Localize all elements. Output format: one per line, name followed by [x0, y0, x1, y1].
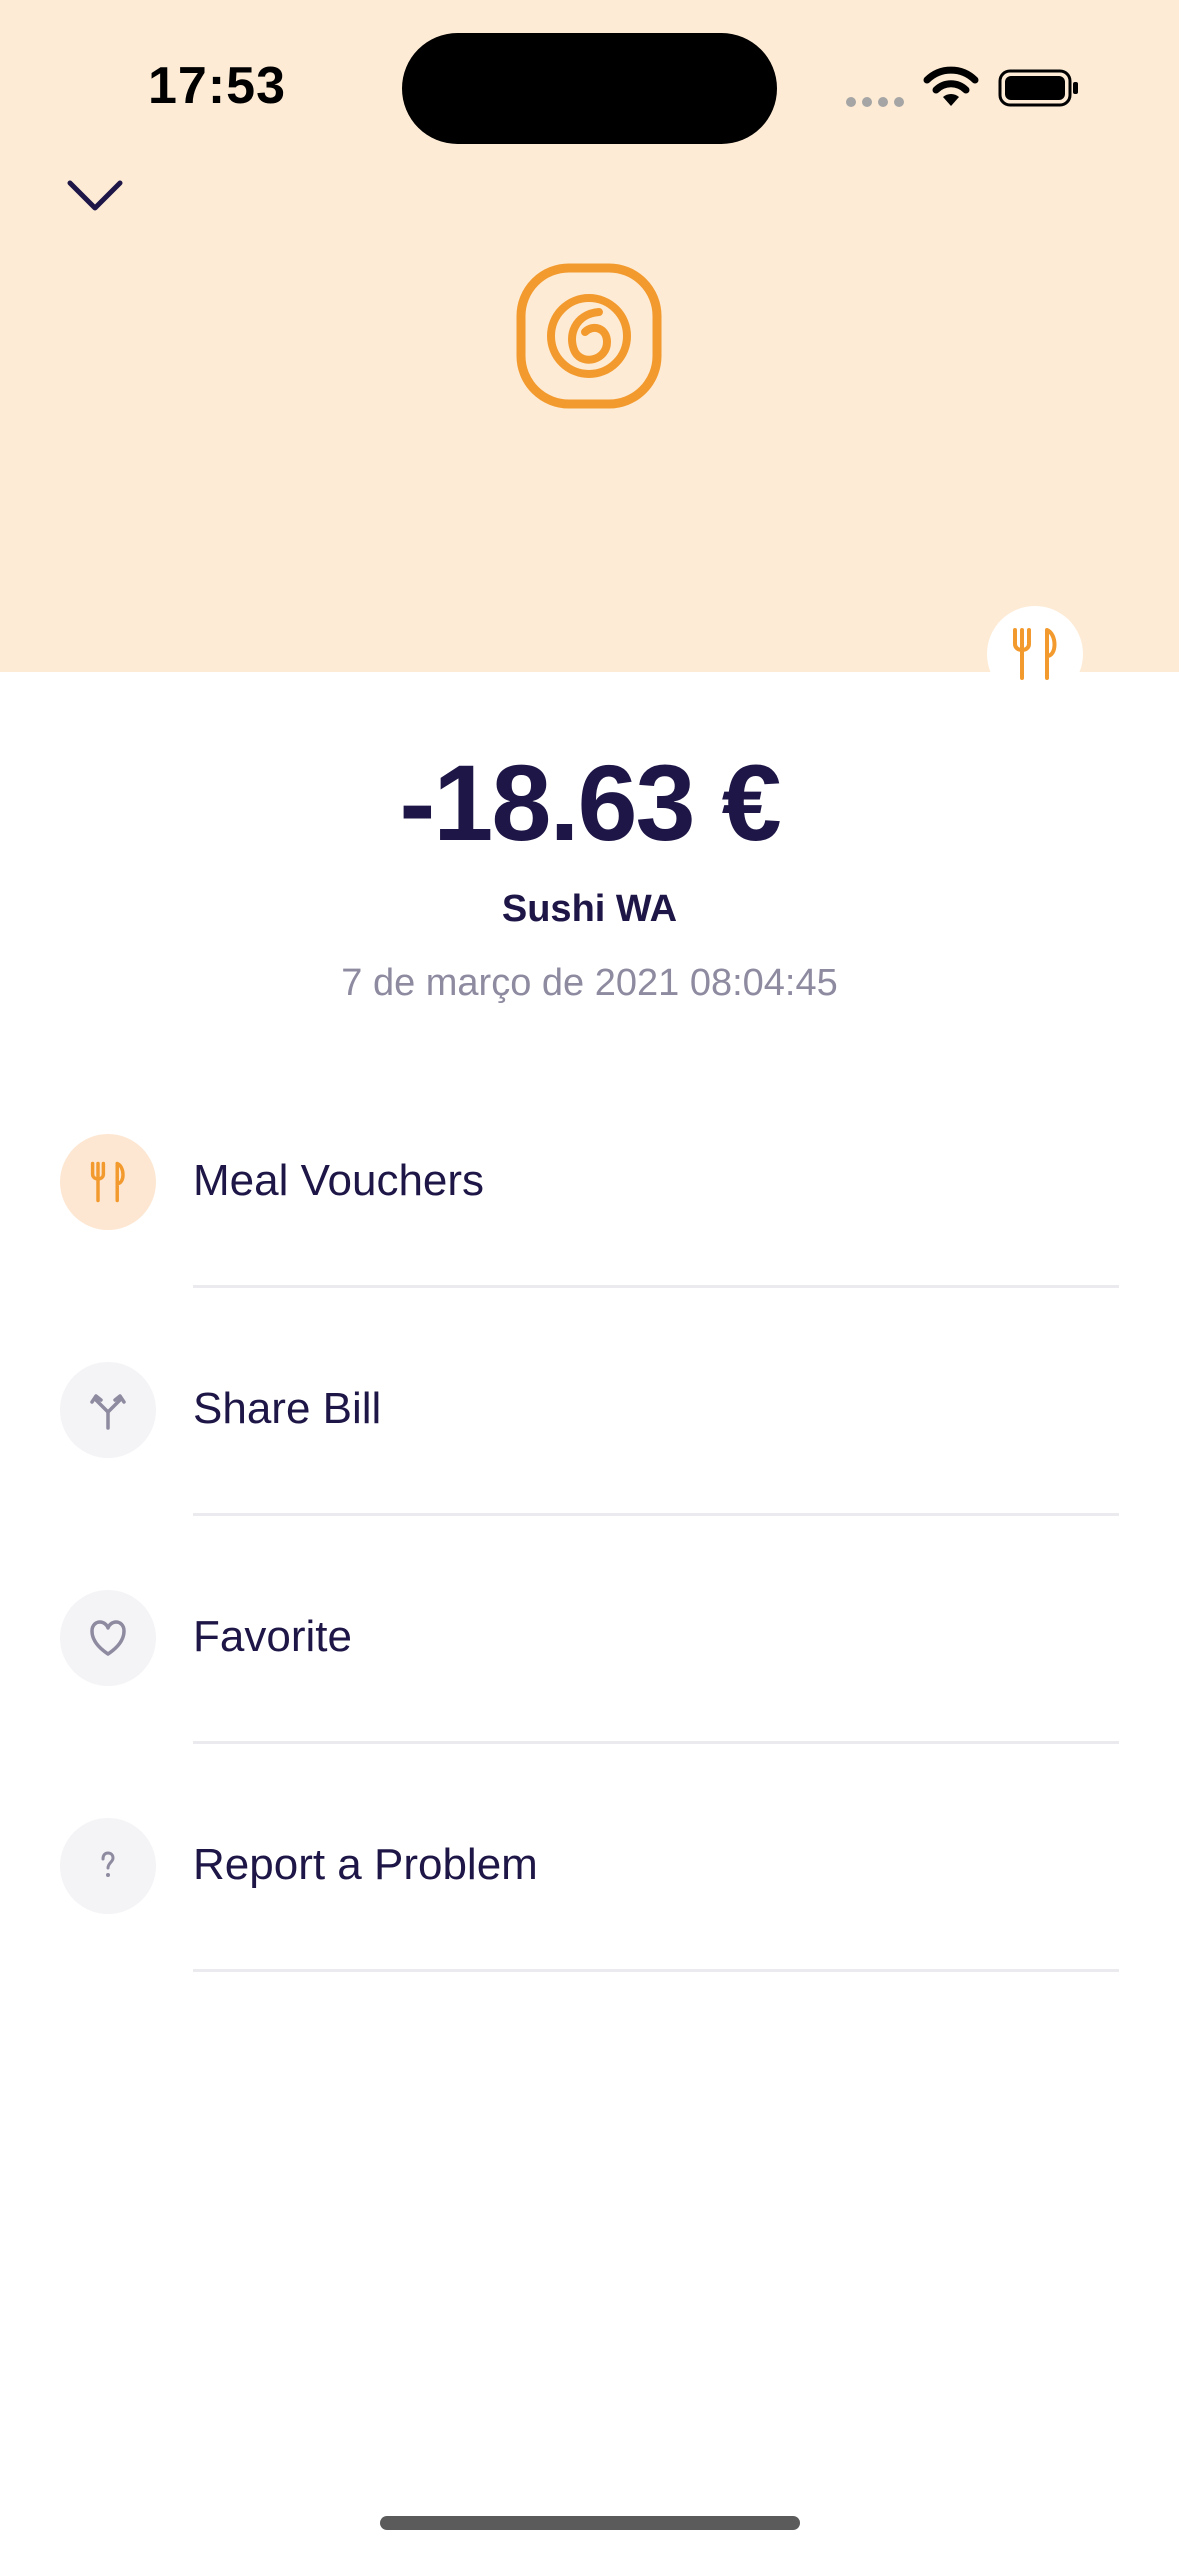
battery-icon — [998, 69, 1078, 107]
sushi-logo-icon — [516, 263, 662, 409]
transaction-date: 7 de março de 2021 08:04:45 — [341, 962, 838, 1004]
signal-dots-icon — [846, 94, 910, 112]
divider — [193, 1741, 1119, 1744]
action-list: Meal Vouchers Share Bill Favorite Report… — [0, 1110, 1179, 2022]
fork-knife-icon — [1013, 628, 1057, 680]
divider — [193, 1513, 1119, 1516]
favorite-icon-badge — [60, 1590, 156, 1686]
report-problem-label: Report a Problem — [193, 1840, 538, 1889]
divider — [193, 1285, 1119, 1288]
split-arrows-icon — [90, 1394, 126, 1430]
meal-vouchers-icon-badge — [60, 1134, 156, 1230]
meal-vouchers-label: Meal Vouchers — [193, 1156, 485, 1205]
favorite-row[interactable]: Favorite — [0, 1566, 1179, 1794]
fork-knife-icon — [90, 1161, 125, 1203]
home-indicator[interactable] — [380, 2516, 800, 2530]
share-bill-label: Share Bill — [193, 1384, 382, 1433]
question-mark-icon — [101, 1851, 115, 1877]
divider — [193, 1969, 1119, 1972]
transaction-amount: -18.63 € — [399, 742, 781, 863]
report-problem-row[interactable]: Report a Problem — [0, 1794, 1179, 2022]
share-bill-row[interactable]: Share Bill — [0, 1338, 1179, 1566]
category-badge — [987, 606, 1083, 702]
dynamic-island — [402, 33, 777, 144]
favorite-label: Favorite — [193, 1612, 352, 1661]
share-bill-icon-badge — [60, 1362, 156, 1458]
heart-icon — [90, 1620, 126, 1656]
status-bar-time: 17:53 — [148, 57, 286, 115]
meal-vouchers-row[interactable]: Meal Vouchers — [0, 1110, 1179, 1338]
report-problem-icon-badge — [60, 1818, 156, 1914]
chevron-down-icon[interactable] — [60, 165, 130, 225]
merchant-name: Sushi WA — [501, 888, 678, 930]
wifi-icon — [923, 66, 979, 106]
